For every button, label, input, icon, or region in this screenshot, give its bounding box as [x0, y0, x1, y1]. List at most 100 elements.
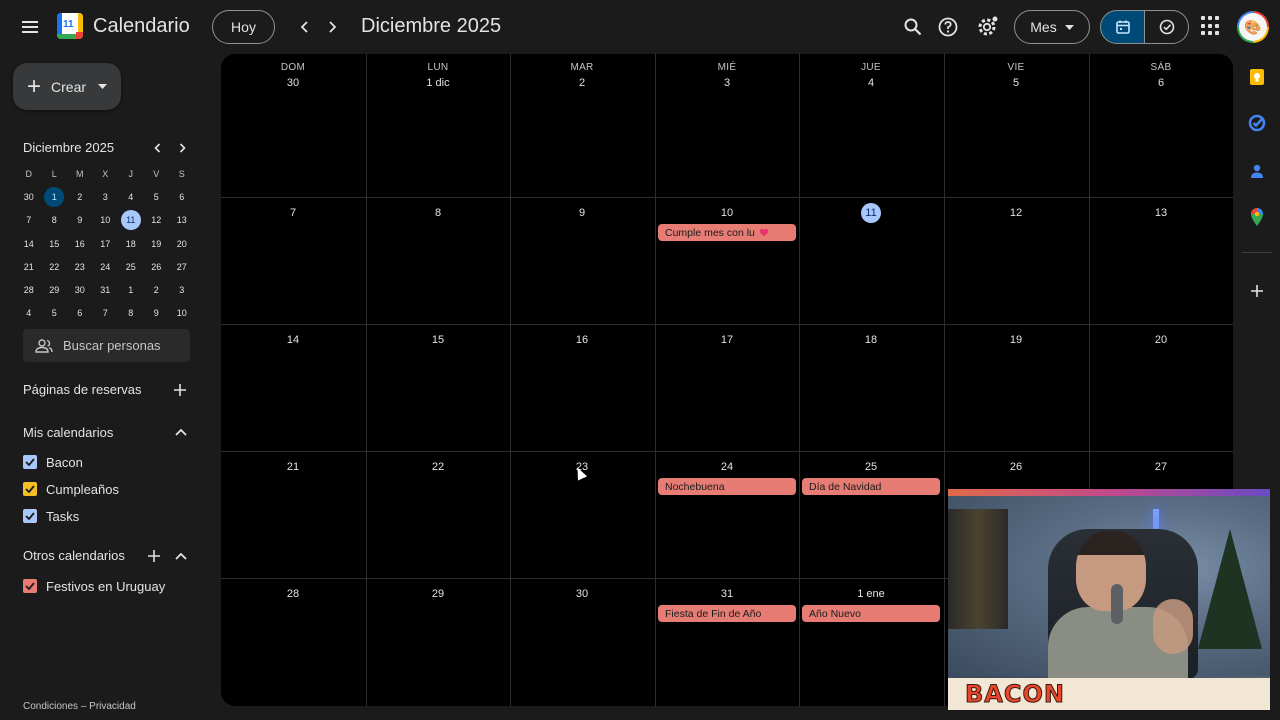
mini-calendar-day[interactable]: 12	[144, 209, 170, 232]
event-chip[interactable]: Año Nuevo	[802, 605, 940, 622]
day-number[interactable]: 25	[799, 457, 943, 477]
mini-calendar-day[interactable]: 2	[67, 185, 93, 208]
mini-calendar-day[interactable]: 6	[67, 302, 93, 325]
mini-calendar-day[interactable]: 29	[42, 278, 68, 301]
mini-calendar-day[interactable]: 15	[42, 232, 68, 255]
mini-calendar-day[interactable]: 22	[42, 255, 68, 278]
help-icon[interactable]	[934, 13, 962, 41]
contacts-icon[interactable]	[1247, 161, 1267, 181]
day-number[interactable]: 30	[221, 73, 365, 93]
tasks-view-icon[interactable]	[1144, 10, 1189, 44]
day-number[interactable]: 12	[944, 203, 1088, 223]
next-period-icon[interactable]	[318, 13, 346, 41]
mini-calendar-day[interactable]: 4	[118, 185, 144, 208]
menu-icon[interactable]	[14, 11, 46, 43]
today-button[interactable]: Hoy	[212, 10, 275, 44]
day-number[interactable]: 13	[1089, 203, 1233, 223]
day-number[interactable]: 4	[799, 73, 943, 93]
mini-calendar-day[interactable]: 20	[169, 232, 195, 255]
day-number[interactable]: 10	[655, 203, 799, 223]
mini-calendar-day[interactable]: 1	[118, 278, 144, 301]
mini-calendar-day[interactable]: 10	[169, 302, 195, 325]
mini-calendar-day[interactable]: 7	[93, 302, 119, 325]
mini-next-icon[interactable]	[173, 139, 191, 157]
mini-calendar-day[interactable]: 9	[67, 209, 93, 232]
calendar-view-icon[interactable]	[1100, 10, 1145, 44]
day-number[interactable]: 1 dic	[366, 73, 510, 93]
day-number[interactable]: 31	[655, 584, 799, 604]
day-number[interactable]: 16	[510, 330, 654, 350]
day-number[interactable]: 19	[944, 330, 1088, 350]
mini-calendar-day[interactable]: 3	[169, 278, 195, 301]
chevron-up-icon[interactable]	[171, 546, 191, 566]
footer-links[interactable]: Condiciones – Privacidad	[23, 701, 136, 712]
mini-calendar-day[interactable]: 18	[118, 232, 144, 255]
search-icon[interactable]	[899, 13, 927, 41]
day-number[interactable]: 27	[1089, 457, 1233, 477]
day-number[interactable]: 21	[221, 457, 365, 477]
event-chip[interactable]: Día de Navidad	[802, 478, 940, 495]
create-button[interactable]: + Crear	[13, 63, 121, 110]
day-number[interactable]: 30	[510, 584, 654, 604]
mini-calendar-day[interactable]: 28	[16, 278, 42, 301]
chevron-up-icon[interactable]	[171, 422, 191, 442]
my-calendar-item[interactable]: Bacon	[23, 453, 83, 471]
checkbox-checked-icon[interactable]	[23, 482, 37, 496]
day-number[interactable]: 3	[655, 73, 799, 93]
mini-calendar-day[interactable]: 8	[118, 302, 144, 325]
search-people-input[interactable]: Buscar personas	[23, 329, 190, 362]
day-number[interactable]: 22	[366, 457, 510, 477]
day-number[interactable]: 9	[510, 203, 654, 223]
avatar[interactable]: 🎨	[1237, 11, 1269, 43]
day-number[interactable]: 24	[655, 457, 799, 477]
my-calendar-item[interactable]: Cumpleaños	[23, 480, 119, 498]
mini-calendar-day[interactable]: 21	[16, 255, 42, 278]
mini-calendar-day[interactable]: 4	[16, 302, 42, 325]
mini-calendar-day[interactable]: 16	[67, 232, 93, 255]
day-number[interactable]: 26	[944, 457, 1088, 477]
add-addon-icon[interactable]	[1247, 281, 1267, 301]
mini-calendar-day[interactable]: 23	[67, 255, 93, 278]
app-title[interactable]: Calendario	[93, 15, 190, 38]
day-number[interactable]: 6	[1089, 73, 1233, 93]
mini-calendar-day[interactable]: 30	[16, 185, 42, 208]
mini-calendar-day[interactable]: 26	[144, 255, 170, 278]
mini-calendar-day[interactable]: 6	[169, 185, 195, 208]
booking-pages-heading[interactable]: Páginas de reservas	[23, 382, 142, 397]
day-number[interactable]: 2	[510, 73, 654, 93]
day-number[interactable]: 29	[366, 584, 510, 604]
event-chip[interactable]: Cumple mes con lu	[658, 224, 796, 241]
day-number[interactable]: 17	[655, 330, 799, 350]
maps-icon[interactable]	[1247, 207, 1267, 227]
mini-calendar-day[interactable]: 31	[93, 278, 119, 301]
other-calendars-heading[interactable]: Otros calendarios	[23, 548, 125, 563]
settings-icon[interactable]	[973, 13, 1001, 41]
day-number[interactable]: 14	[221, 330, 365, 350]
mini-calendar-day[interactable]: 24	[93, 255, 119, 278]
day-number[interactable]: 20	[1089, 330, 1233, 350]
checkbox-checked-icon[interactable]	[23, 455, 37, 469]
mini-calendar-day[interactable]: 2	[144, 278, 170, 301]
day-number[interactable]: 11	[799, 203, 943, 223]
day-number[interactable]: 8	[366, 203, 510, 223]
add-other-calendar-icon[interactable]	[144, 546, 164, 566]
mini-calendar-day[interactable]: 19	[144, 232, 170, 255]
mini-calendar-day[interactable]: 11	[118, 209, 144, 232]
apps-grid-icon[interactable]	[1201, 16, 1221, 36]
mini-calendar-day[interactable]: 10	[93, 209, 119, 232]
mini-calendar-day[interactable]: 14	[16, 232, 42, 255]
mini-calendar-day[interactable]: 27	[169, 255, 195, 278]
keep-icon[interactable]	[1247, 67, 1267, 87]
checkbox-checked-icon[interactable]	[23, 509, 37, 523]
mini-calendar-day[interactable]: 9	[144, 302, 170, 325]
day-number[interactable]: 18	[799, 330, 943, 350]
day-number[interactable]: 5	[944, 73, 1088, 93]
mini-calendar-day[interactable]: 8	[42, 209, 68, 232]
other-calendar-item[interactable]: Festivos en Uruguay	[23, 577, 165, 595]
mini-prev-icon[interactable]	[148, 139, 166, 157]
mini-calendar-day[interactable]: 25	[118, 255, 144, 278]
day-number[interactable]: 28	[221, 584, 365, 604]
my-calendars-heading[interactable]: Mis calendarios	[23, 425, 113, 440]
checkbox-checked-icon[interactable]	[23, 579, 37, 593]
mini-calendar-day[interactable]: 3	[93, 185, 119, 208]
